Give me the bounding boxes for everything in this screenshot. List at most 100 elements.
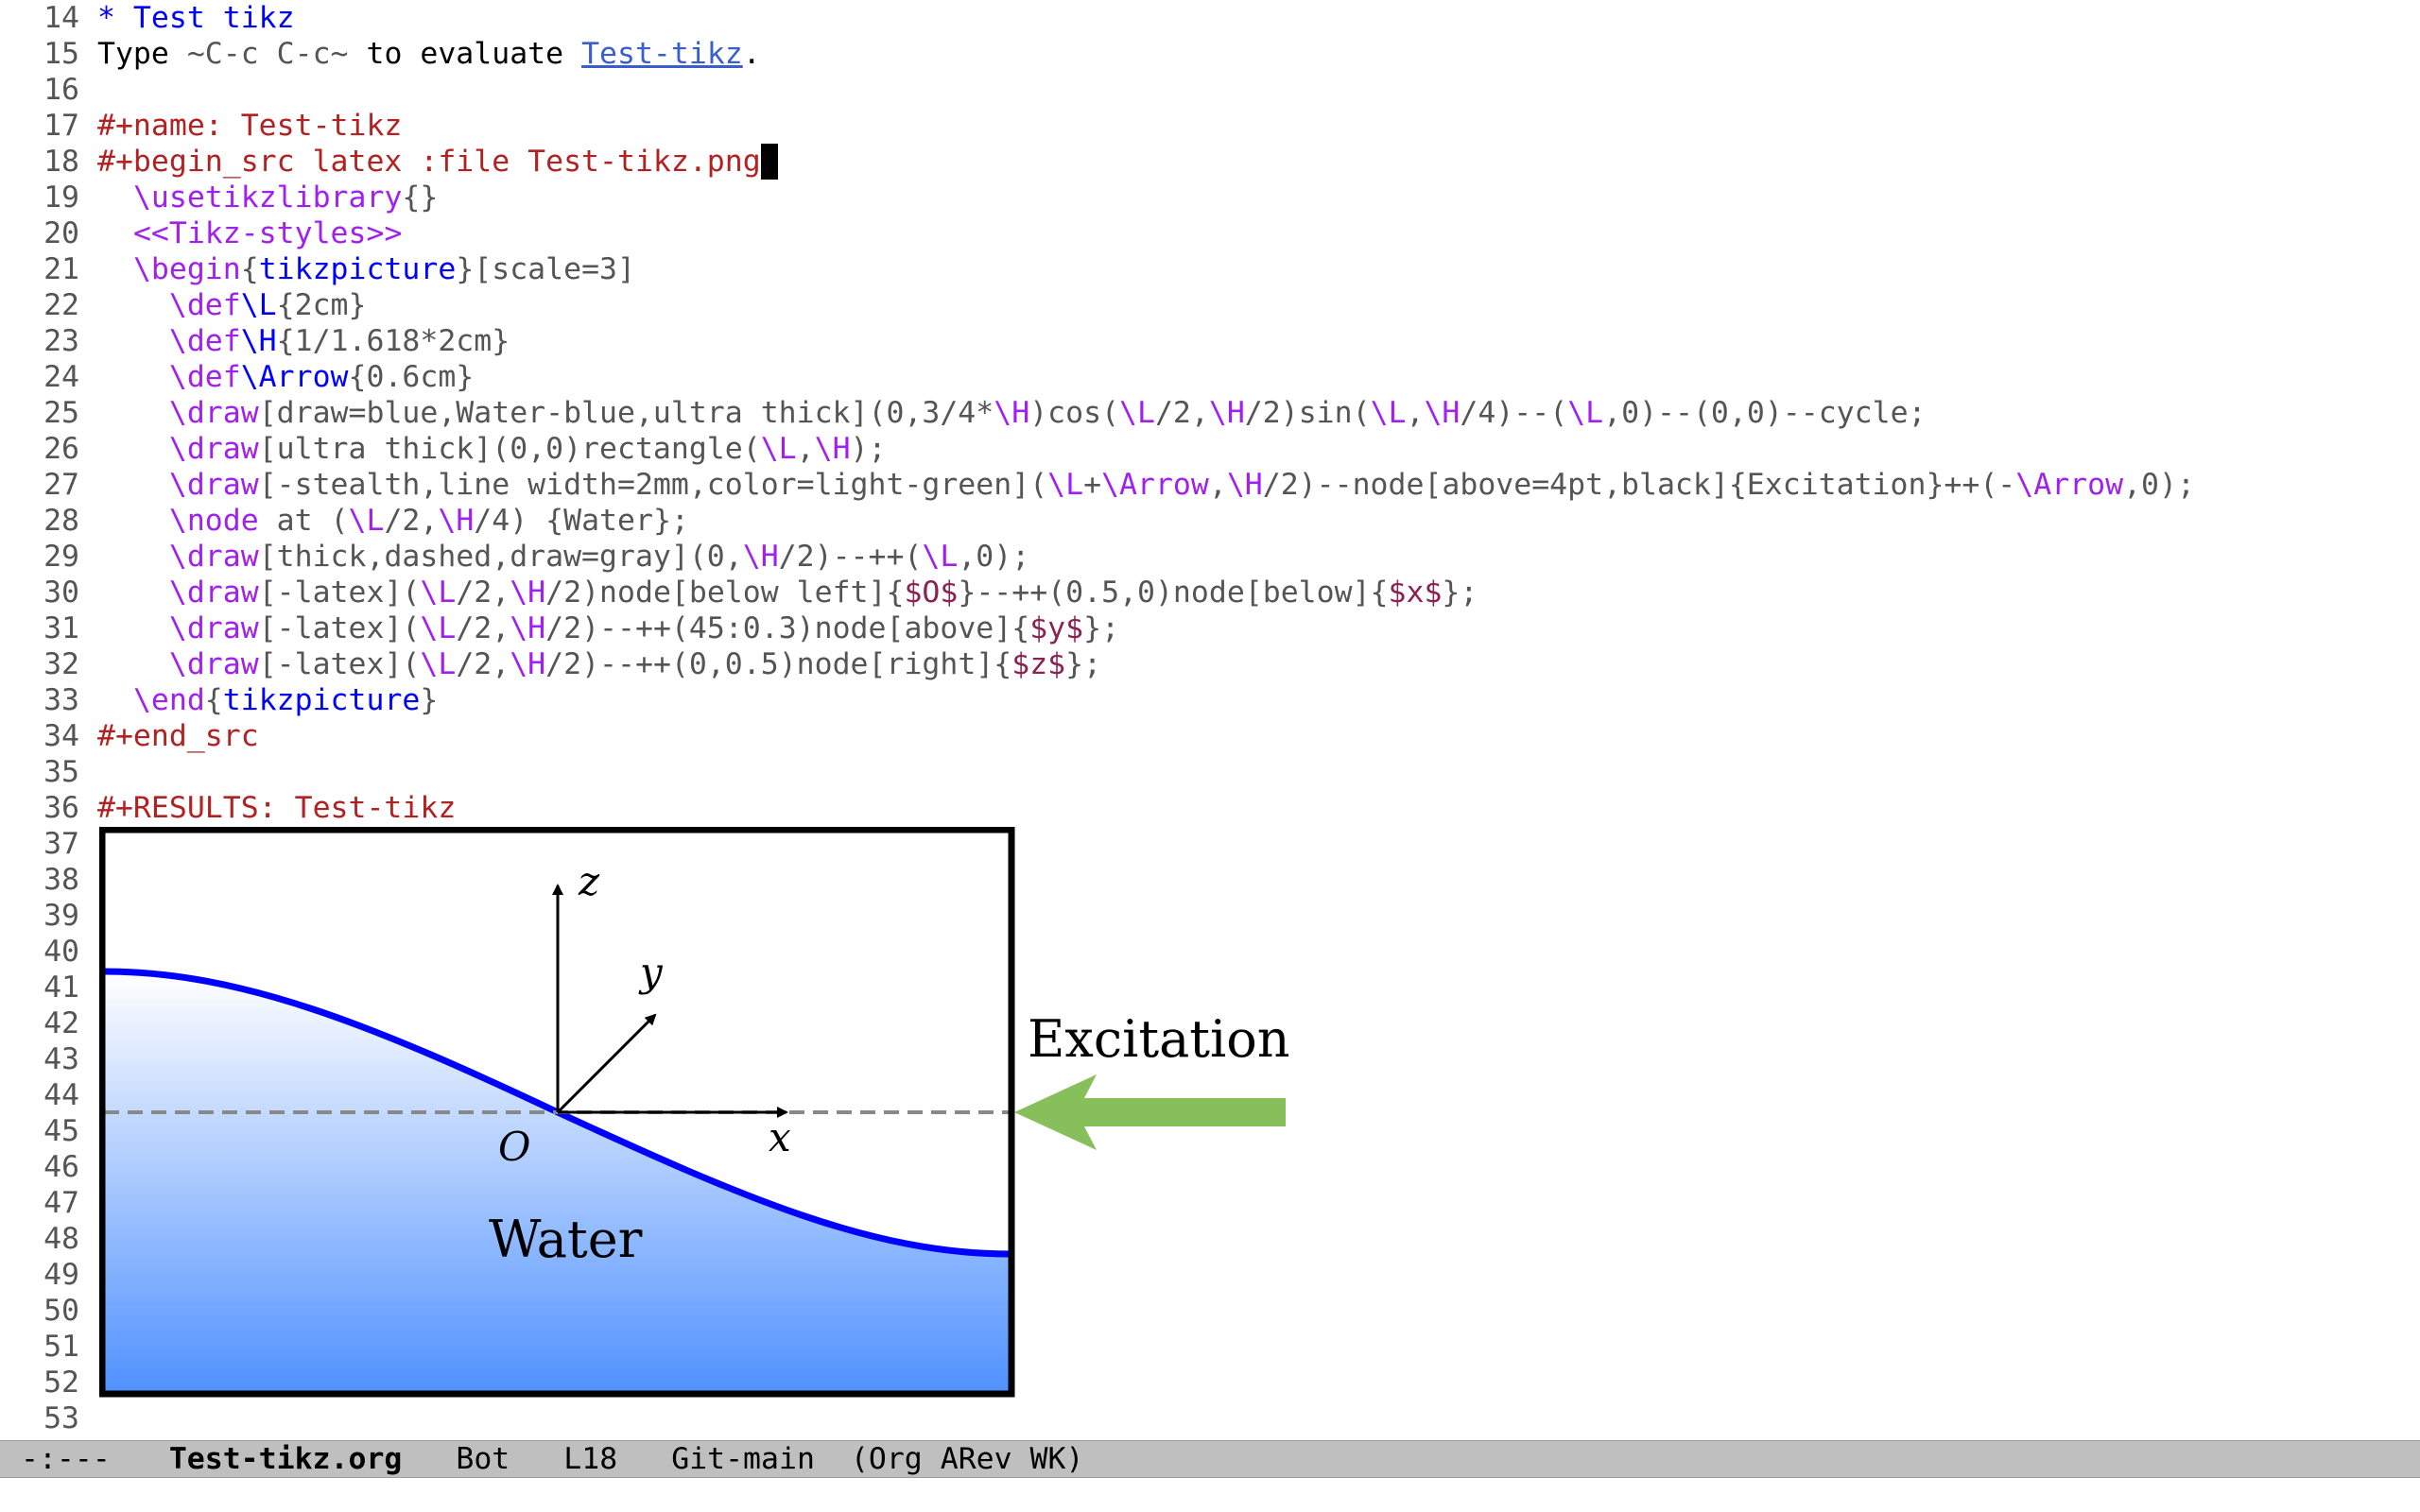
noweb-reference: <<Tikz-styles>>: [132, 216, 403, 250]
latex-text: /2)node[below left]{: [545, 576, 905, 610]
line-number: 16: [43, 73, 79, 107]
code-line[interactable]: 25 \draw[draw=blue,Water-blue,ultra thic…: [0, 395, 1927, 431]
latex-text: /2,: [456, 611, 510, 645]
code-line[interactable]: 48: [0, 1221, 79, 1257]
code-line[interactable]: 39: [0, 898, 79, 934]
latex-command: \draw: [168, 611, 259, 645]
code-line[interactable]: 46: [0, 1149, 79, 1185]
org-heading[interactable]: * Test tikz: [97, 1, 295, 35]
code-line[interactable]: 40: [0, 934, 79, 970]
latex-text: )cos(: [1029, 396, 1120, 430]
tikz-result-image: z y O x Water Excitation: [99, 827, 1290, 1398]
code-line[interactable]: 49: [0, 1257, 79, 1293]
latex-math: $O$: [904, 576, 959, 610]
code-line[interactable]: 50: [0, 1293, 79, 1329]
code-line[interactable]: 16: [0, 72, 79, 108]
line-number: 40: [43, 935, 79, 969]
line-number: 51: [43, 1330, 79, 1364]
org-link[interactable]: Test-tikz: [581, 37, 743, 71]
latex-macro: \L: [1047, 468, 1084, 502]
line-number: 29: [43, 540, 79, 574]
latex-macro: \L: [922, 540, 959, 574]
code-line[interactable]: 22 \def\L{2cm}: [0, 287, 366, 323]
vc-branch[interactable]: Git-main: [671, 1442, 815, 1476]
latex-command: \def: [168, 288, 241, 322]
code-line[interactable]: 33 \end{tikzpicture}: [0, 682, 438, 718]
latex-text: [-latex](: [258, 611, 421, 645]
latex-text: ,0)--(0,0)--cycle;: [1603, 396, 1927, 430]
latex-text: );: [850, 432, 887, 466]
instruction-text: Type: [97, 37, 187, 71]
minibuffer[interactable]: [0, 1478, 2420, 1512]
code-line[interactable]: 21 \begin{tikzpicture}[scale=3]: [0, 251, 635, 287]
code-line[interactable]: 28 \node at (\L/2,\H/4) {Water};: [0, 503, 689, 539]
code-line[interactable]: 32 \draw[-latex](\L/2,\H/2)--++(0,0.5)no…: [0, 646, 1101, 682]
keybinding-text: ~C-c C-c~: [186, 37, 349, 71]
latex-text: ,0);: [2123, 468, 2195, 502]
line-number: 46: [43, 1150, 79, 1184]
major-minor-modes[interactable]: (Org ARev WK): [851, 1442, 1084, 1476]
code-line[interactable]: 34 #+end_src: [0, 718, 259, 754]
origin-label: O: [498, 1124, 530, 1170]
line-number: 30: [43, 576, 79, 610]
code-line[interactable]: 35: [0, 754, 79, 790]
buffer-name[interactable]: Test-tikz.org: [169, 1442, 403, 1476]
latex-macro: \L: [1119, 396, 1155, 430]
code-line[interactable]: 52: [0, 1365, 79, 1400]
code-line[interactable]: 26 \draw[ultra thick](0,0)rectangle(\L,\…: [0, 431, 886, 467]
latex-math: $z$: [1011, 647, 1066, 681]
code-line[interactable]: 31 \draw[-latex](\L/2,\H/2)--++(45:0.3)n…: [0, 610, 1119, 646]
code-line[interactable]: 15 Type ~C-c C-c~ to evaluate Test-tikz.: [0, 36, 761, 72]
latex-text: }: [420, 683, 439, 717]
code-line[interactable]: 43: [0, 1041, 79, 1077]
latex-text: [draw=blue,Water-blue,ultra thick](0,3/4…: [258, 396, 994, 430]
line-number: 34: [43, 719, 79, 753]
code-line[interactable]: 24 \def\Arrow{0.6cm}: [0, 359, 474, 395]
latex-macro: \L: [760, 432, 797, 466]
code-line[interactable]: 37: [0, 826, 79, 862]
latex-math: $y$: [1029, 611, 1084, 645]
code-line[interactable]: 41: [0, 970, 79, 1005]
instruction-text: to evaluate: [348, 37, 582, 71]
latex-command: \draw: [168, 396, 259, 430]
latex-macro: \Arrow: [1101, 468, 1209, 502]
code-line[interactable]: 44: [0, 1077, 79, 1113]
code-line[interactable]: 19 \usetikzlibrary{}: [0, 180, 438, 215]
latex-macro: \L: [1370, 396, 1407, 430]
code-line[interactable]: 45: [0, 1113, 79, 1149]
y-axis-label: y: [638, 949, 664, 995]
code-line[interactable]: 18 #+begin_src latex :file Test-tikz.png: [0, 144, 778, 180]
latex-text: };: [1083, 611, 1120, 645]
latex-macro: \Arrow: [2015, 468, 2124, 502]
line-number: 53: [43, 1401, 79, 1435]
code-line[interactable]: 38: [0, 862, 79, 898]
latex-macro: \H: [1208, 396, 1245, 430]
code-line[interactable]: 20 <<Tikz-styles>>: [0, 215, 402, 251]
latex-command: \def: [168, 324, 241, 358]
latex-environment: tikzpicture: [222, 683, 421, 717]
code-line[interactable]: 36 #+RESULTS: Test-tikz: [0, 790, 456, 826]
line-number: 48: [43, 1222, 79, 1256]
mode-line[interactable]: -:--- Test-tikz.org Bot L18 Git-main (Org ARe…: [0, 1440, 2420, 1478]
excitation-label: Excitation: [1028, 1009, 1290, 1069]
line-number: 28: [43, 504, 79, 538]
line-number: 24: [43, 360, 79, 394]
code-line[interactable]: 42: [0, 1005, 79, 1041]
code-line[interactable]: 51: [0, 1329, 79, 1365]
code-line[interactable]: 30 \draw[-latex](\L/2,\H/2)node[below le…: [0, 575, 1478, 610]
src-block-header: #+begin_src latex :file Test-tikz.png: [97, 145, 761, 179]
excitation-arrow: [1014, 1074, 1286, 1150]
code-line[interactable]: 17 #+name: Test-tikz: [0, 108, 402, 144]
latex-text: ,: [796, 432, 815, 466]
code-line[interactable]: 29 \draw[thick,dashed,draw=gray](0,\H/2)…: [0, 539, 1029, 575]
latex-text: [thick,dashed,draw=gray](0,: [258, 540, 743, 574]
code-line[interactable]: 27 \draw[-stealth,line width=2mm,color=l…: [0, 467, 2195, 503]
code-line[interactable]: 23 \def\H{1/1.618*2cm}: [0, 323, 510, 359]
code-line[interactable]: 53: [0, 1400, 79, 1436]
code-line[interactable]: 14 * Test tikz: [0, 0, 295, 36]
latex-text: ,: [1406, 396, 1425, 430]
line-number: 36: [43, 791, 79, 825]
line-number: 25: [43, 396, 79, 430]
latex-text: /2)sin(: [1244, 396, 1371, 430]
code-line[interactable]: 47: [0, 1185, 79, 1221]
